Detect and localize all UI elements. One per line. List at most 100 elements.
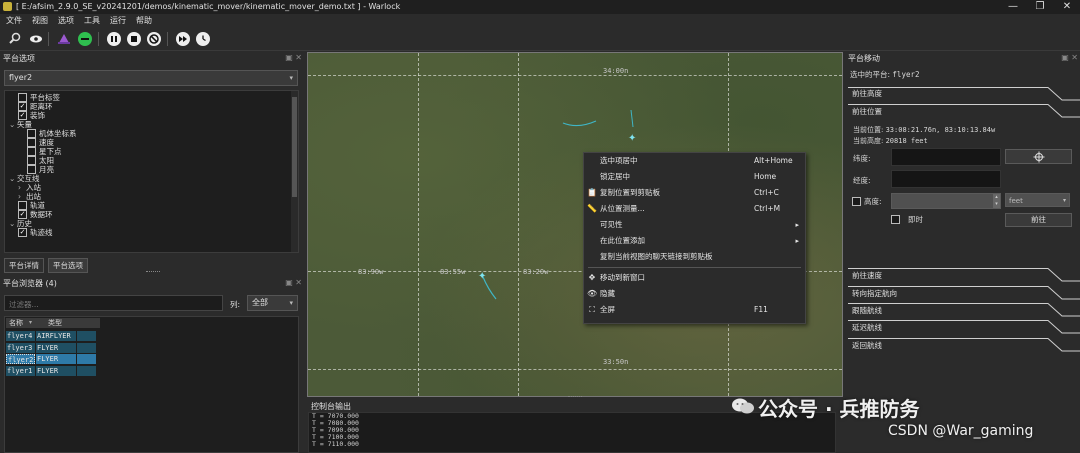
eye-icon[interactable]: [29, 32, 43, 46]
tree-item[interactable]: ✓ 距离环: [5, 101, 290, 111]
table-row-name[interactable]: flyer1: [6, 365, 35, 376]
tree-item[interactable]: 机体坐标系: [5, 128, 290, 138]
dock-float-close-icon[interactable]: ▣ ✕: [282, 53, 302, 63]
tree-scrollbar[interactable]: [291, 91, 298, 252]
tree-item[interactable]: 太阳: [5, 155, 290, 165]
magnifier-icon[interactable]: [8, 32, 22, 46]
menu-options[interactable]: 选项: [58, 15, 74, 27]
aircraft-marker-icon[interactable]: ✦: [628, 133, 636, 144]
context-menu-item[interactable]: 👁 隐藏: [584, 286, 805, 302]
context-menu-item[interactable]: 锁定居中 Home: [584, 169, 805, 185]
table-row-type[interactable]: FLYER: [36, 342, 76, 353]
tree-item[interactable]: 星下点: [5, 146, 290, 156]
chevron-down-icon[interactable]: ⌄: [9, 120, 17, 129]
title-bar: [ E:/afsim_2.9.0_SE_v20241201/demos/kine…: [0, 0, 1080, 15]
immediate-checkbox-row[interactable]: 即时: [891, 214, 923, 225]
table-row-filler[interactable]: [77, 331, 96, 341]
altitude-spinbox[interactable]: ▴ ▾: [891, 193, 1001, 209]
menu-tools[interactable]: 工具: [84, 15, 100, 27]
dock-float-close-icon[interactable]: ▣ ✕: [282, 278, 302, 288]
section-divider: [848, 104, 1080, 118]
column-header-name[interactable]: 名称: [6, 318, 38, 328]
context-menu-item[interactable]: 在此位置添加 ▸: [584, 233, 805, 249]
checkbox[interactable]: [27, 155, 36, 165]
dock-float-close-icon[interactable]: ▣ ✕: [1058, 53, 1078, 63]
checkbox[interactable]: [18, 200, 27, 210]
go-button[interactable]: 前往: [1005, 213, 1072, 227]
tree-item[interactable]: ⌄ 历史: [5, 219, 290, 228]
clock-icon[interactable]: [196, 32, 210, 46]
tree-item[interactable]: ⌄ 交互线: [5, 174, 290, 183]
checkbox[interactable]: [27, 128, 36, 138]
minus-circle-icon[interactable]: [78, 32, 92, 46]
hat-icon[interactable]: [57, 32, 71, 46]
table-row-type[interactable]: FLYER: [36, 365, 76, 376]
tree-item[interactable]: ✓ 数据环: [5, 209, 290, 219]
column-header-type[interactable]: 类型: [38, 318, 100, 328]
checkbox[interactable]: [27, 146, 36, 156]
menu-run[interactable]: 运行: [110, 15, 126, 27]
table-row-filler[interactable]: [77, 365, 96, 376]
aircraft-marker-icon[interactable]: ✦: [478, 271, 486, 282]
tab-platform-options[interactable]: 平台选项: [48, 258, 88, 273]
context-menu-item[interactable]: ⛶ 全屏 F11: [584, 302, 805, 318]
chevron-right-icon[interactable]: ›: [18, 183, 26, 192]
longitude-input[interactable]: [891, 170, 1001, 188]
splitter-handle[interactable]: [568, 396, 582, 399]
tree-item[interactable]: ✓ 轨迹线: [5, 227, 290, 237]
checkbox-checked[interactable]: ✓: [18, 101, 27, 111]
context-menu-item[interactable]: 复制当前视图的聊天链接到剪贴板: [584, 249, 805, 265]
menu-view[interactable]: 视图: [32, 15, 48, 27]
maximize-button[interactable]: ❐: [1027, 0, 1053, 14]
menu-file[interactable]: 文件: [6, 15, 22, 27]
fast-forward-icon[interactable]: [176, 32, 190, 46]
checkbox[interactable]: [18, 92, 27, 102]
latitude-input[interactable]: [891, 148, 1001, 166]
tree-item[interactable]: 平台标签: [5, 92, 290, 102]
column-select[interactable]: 全部 ▾: [247, 295, 298, 311]
checkbox[interactable]: [27, 137, 36, 147]
checkbox-checked[interactable]: ✓: [18, 110, 27, 120]
tree-item[interactable]: 月亮: [5, 164, 290, 174]
table-row-filler[interactable]: [77, 354, 96, 364]
stop-icon[interactable]: [127, 32, 141, 46]
table-row-type[interactable]: AIRFLYER: [36, 331, 76, 341]
minimize-button[interactable]: —: [1000, 0, 1026, 14]
chevron-down-icon[interactable]: ⌄: [9, 174, 17, 183]
altitude-checkbox-row[interactable]: 高度:: [852, 196, 882, 207]
context-menu-item[interactable]: ✥ 移动到新窗口: [584, 270, 805, 286]
chevron-down-icon[interactable]: ⌄: [9, 219, 17, 228]
immediate-checkbox[interactable]: [891, 214, 900, 224]
altitude-checkbox[interactable]: [852, 196, 861, 206]
menu-help[interactable]: 帮助: [136, 15, 152, 27]
table-row-name[interactable]: flyer2: [6, 354, 35, 364]
checkbox[interactable]: [27, 164, 36, 174]
pause-icon[interactable]: [107, 32, 121, 46]
no-entry-icon[interactable]: [147, 32, 161, 46]
filter-input[interactable]: 过滤器...: [4, 295, 223, 311]
checkbox-checked[interactable]: ✓: [18, 227, 27, 237]
tree-item[interactable]: ✓ 装饰: [5, 110, 290, 120]
table-row-name[interactable]: flyer4: [6, 331, 35, 341]
checkbox-checked[interactable]: ✓: [18, 209, 27, 219]
table-row-filler[interactable]: [77, 342, 96, 353]
tree-item[interactable]: › 入站: [5, 183, 290, 192]
tree-item[interactable]: 速度: [5, 137, 290, 147]
table-row-type[interactable]: FLYER: [36, 354, 76, 364]
table-row-name[interactable]: flyer3: [6, 342, 35, 353]
tab-platform-details[interactable]: 平台详情: [4, 258, 44, 273]
toolbar-separator: [48, 32, 49, 46]
platform-select[interactable]: flyer2 ▾: [4, 70, 298, 86]
context-menu-item[interactable]: 📋 复制位置到剪贴板 Ctrl+C: [584, 185, 805, 201]
context-menu-item[interactable]: 选中项居中 Alt+Home: [584, 153, 805, 169]
tree-item[interactable]: 轨道: [5, 200, 290, 210]
splitter-handle[interactable]: [146, 271, 160, 274]
tree-item[interactable]: › 出站: [5, 192, 290, 201]
close-button[interactable]: ✕: [1054, 0, 1080, 14]
context-menu-item-label: 可见性: [600, 220, 623, 229]
context-menu-item[interactable]: 📏 从位置测量... Ctrl+M: [584, 201, 805, 217]
pick-location-button[interactable]: [1005, 149, 1072, 164]
context-menu-item[interactable]: 可见性 ▸: [584, 217, 805, 233]
tree-item[interactable]: ⌄ 矢量: [5, 120, 290, 129]
altitude-unit-select[interactable]: feet ▾: [1005, 193, 1070, 207]
